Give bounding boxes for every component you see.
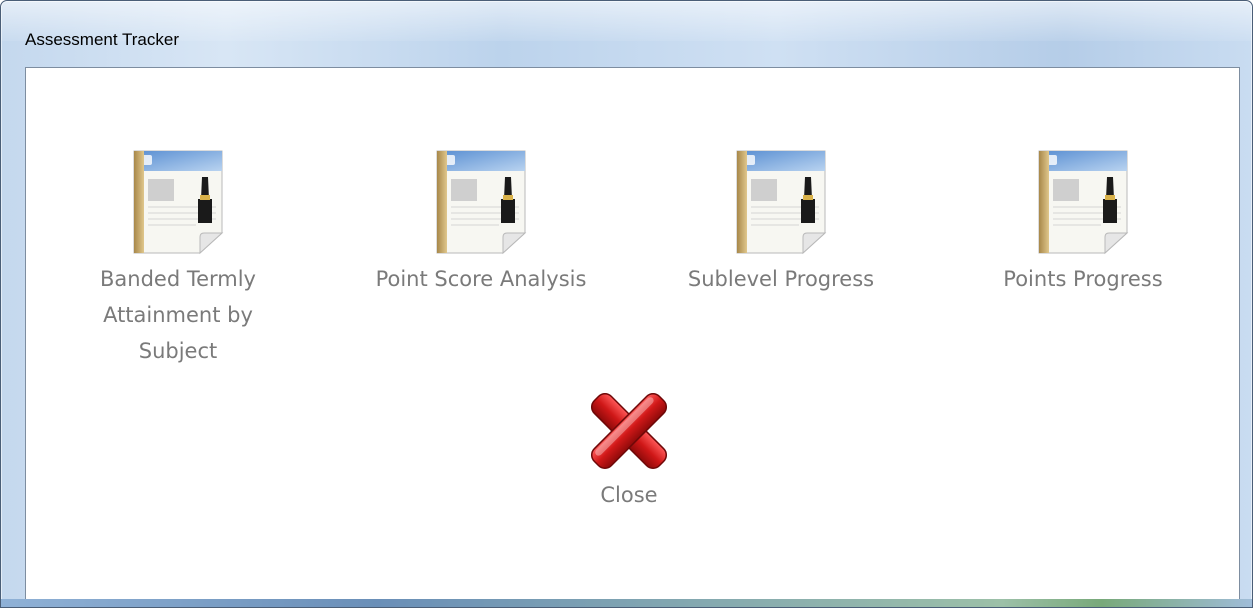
window-title: Assessment Tracker — [25, 30, 179, 49]
report-banded-termly-attainment-button[interactable]: Banded Termly Attainment by Subject — [68, 149, 288, 369]
report-sublevel-progress-button[interactable]: Sublevel Progress — [671, 149, 891, 297]
close-x-icon — [590, 392, 668, 470]
assessment-tracker-window: Assessment Tracker Banded Termly Attainm… — [0, 0, 1253, 608]
window-client-area: Banded Termly Attainment by Subject Poin… — [25, 67, 1240, 601]
report-label: Sublevel Progress — [687, 267, 875, 291]
close-label: Close — [600, 483, 658, 507]
report-document-icon — [436, 150, 527, 255]
report-points-progress-button[interactable]: Points Progress — [973, 149, 1193, 297]
close-button[interactable]: Close — [559, 384, 699, 510]
report-label: Banded Termly Attainment by Subject — [99, 267, 256, 363]
report-document-icon — [736, 150, 827, 255]
report-label: Points Progress — [1003, 267, 1163, 291]
report-document-icon — [1038, 150, 1129, 255]
report-label: Point Score Analysis — [375, 267, 587, 291]
report-document-icon — [133, 150, 224, 255]
report-point-score-analysis-button[interactable]: Point Score Analysis — [371, 149, 591, 297]
